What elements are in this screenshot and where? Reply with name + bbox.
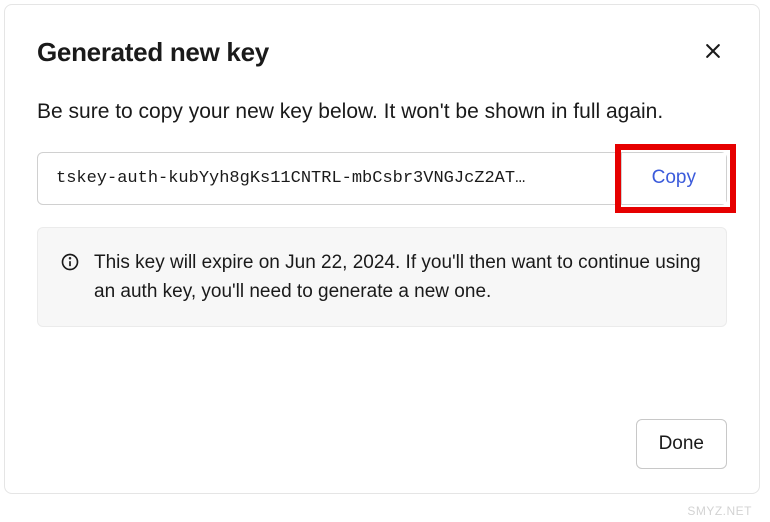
copy-button-wrapper: Copy [621, 153, 726, 204]
auth-key-value[interactable]: tskey-auth-kubYyh8gKs11CNTRL-mbCsbr3VNGJ… [38, 153, 621, 204]
dialog-description: Be sure to copy your new key below. It w… [37, 96, 727, 128]
close-icon [703, 41, 723, 61]
close-button[interactable] [699, 37, 727, 65]
dialog-header: Generated new key [37, 37, 727, 68]
dialog-title: Generated new key [37, 37, 269, 68]
generated-key-dialog: Generated new key Be sure to copy your n… [4, 4, 760, 494]
dialog-footer: Done [636, 419, 727, 469]
done-button[interactable]: Done [636, 419, 727, 469]
watermark-text: SMYZ.NET [687, 504, 752, 518]
expiry-info-text: This key will expire on Jun 22, 2024. If… [94, 248, 704, 307]
copy-button[interactable]: Copy [621, 153, 726, 204]
info-icon [60, 252, 80, 272]
expiry-info-box: This key will expire on Jun 22, 2024. If… [37, 227, 727, 328]
key-row: tskey-auth-kubYyh8gKs11CNTRL-mbCsbr3VNGJ… [37, 152, 727, 205]
